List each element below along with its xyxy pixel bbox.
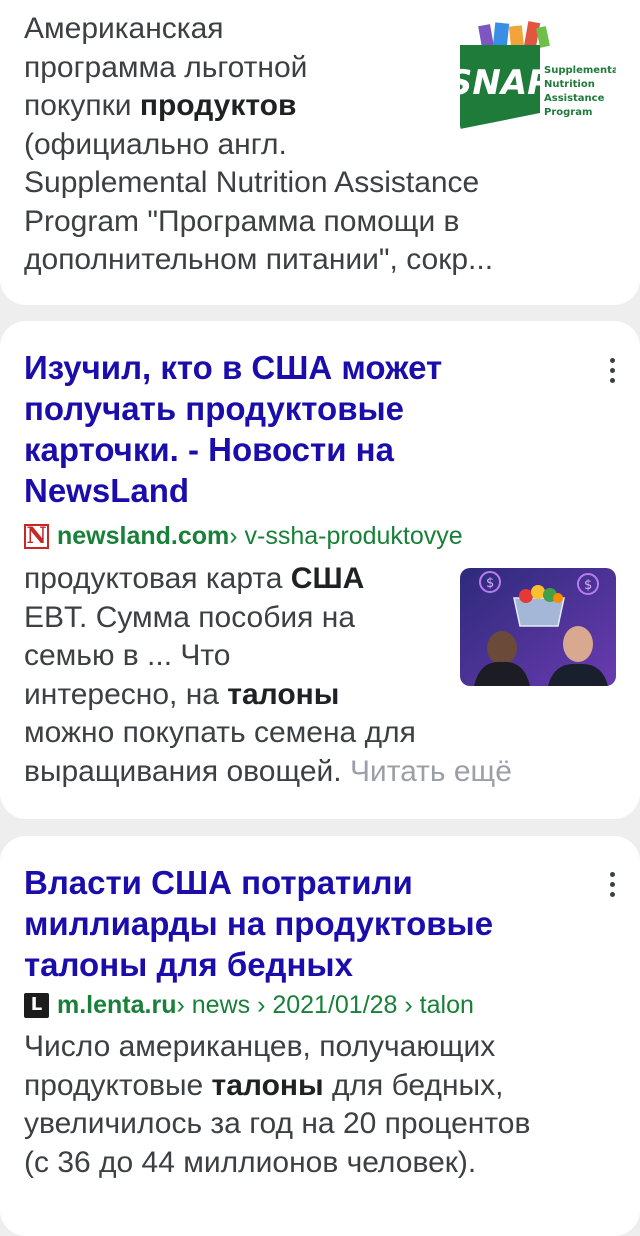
result-url-domain: newsland.com	[57, 521, 230, 550]
snippet-highlight: талоны	[227, 677, 340, 711]
result-title-line: талоны для бедных	[24, 946, 353, 983]
lenta-favicon-icon: L	[24, 992, 49, 1018]
snippet-text: Число американцев, получающих	[24, 1030, 496, 1063]
more-vert-icon	[609, 357, 615, 363]
news-thumbnail[interactable]: $ $	[460, 568, 616, 686]
snippet-line: продуктовая карта США	[24, 560, 512, 599]
svg-text:Supplemental: Supplemental	[544, 65, 616, 76]
snippet-line: программа льготной	[24, 49, 493, 88]
snippet-text: для бедных,	[323, 1068, 504, 1102]
read-more-link[interactable]: Читать ещё	[350, 755, 512, 788]
search-result-card-lenta[interactable]: Власти США потратили миллиарды на продук…	[0, 836, 640, 1236]
snippet-text: увеличилось за год на 20 процентов	[24, 1107, 531, 1140]
snippet-text: (официально англ.	[24, 127, 287, 161]
result-title-line: миллиарды на продуктовые	[24, 905, 494, 942]
snippet-line: дополнительном питании", сокр...	[24, 241, 493, 280]
svg-text:$: $	[486, 576, 494, 591]
snippet-line: семью в ... Что	[24, 637, 512, 676]
snippet-line: Число американцев, получающих	[24, 1028, 530, 1067]
snippet-highlight: США	[290, 562, 365, 595]
result-url-path: › v-ssha-produktovye	[229, 521, 463, 550]
snippet-line: Supplemental Nutrition Assistance	[24, 164, 493, 203]
svg-text:SNAP: SNAP	[460, 63, 552, 103]
newsland-favicon-icon: N	[24, 523, 49, 549]
result-url-domain: m.lenta.ru	[57, 990, 177, 1019]
news-thumbnail-image: $ $	[460, 568, 616, 686]
snippet-line: покупки продуктов	[24, 87, 493, 126]
snap-logo-thumbnail[interactable]: SNAP Supplemental Nutrition Assistance P…	[460, 17, 616, 135]
more-vert-icon	[609, 871, 615, 877]
result-url[interactable]: N newsland.com › v-ssha-produktovye	[24, 519, 463, 553]
result-title-line: карточки. - Новости на	[24, 431, 394, 468]
snippet-text: семью в ... Что	[24, 639, 231, 672]
result-title-line: Власти США потратили	[24, 864, 413, 901]
snippet-line: увеличилось за год на 20 процентов	[24, 1105, 530, 1144]
svg-text:Assistance: Assistance	[544, 93, 605, 104]
snippet-text: Supplemental Nutrition Assistance	[24, 166, 480, 199]
snippet-line: (официально англ.	[24, 126, 493, 165]
snippet-text: можно покупать семена для	[24, 716, 416, 749]
snippet-text: Американская	[24, 12, 224, 45]
result-snippet: Американская программа льготной покупки пр…	[24, 10, 493, 280]
snippet-text: EBT. Сумма пособия на	[24, 600, 356, 634]
snippet-line: выращивания овощей. Читать ещё	[24, 753, 512, 792]
result-title-line: получать продуктовые	[24, 390, 405, 427]
snippet-highlight: продуктов	[139, 89, 297, 122]
snippet-text: продуктовая карта	[24, 562, 291, 595]
search-result-card-snap[interactable]: Американская программа льготной покупки пр…	[0, 0, 640, 305]
snippet-line: (с 36 до 44 миллионов человек).	[24, 1144, 530, 1183]
snap-logo-image: SNAP Supplemental Nutrition Assistance P…	[460, 17, 616, 135]
snippet-text: Program "Программа помощи в	[24, 204, 460, 238]
result-title-link[interactable]: Изучил, кто в США может получать продукт…	[24, 347, 584, 511]
result-snippet: Число американцев, получающих продуктовые…	[24, 1028, 530, 1182]
more-options-button[interactable]	[600, 867, 624, 901]
search-result-card-newsland[interactable]: Изучил, кто в США может получать продукт…	[0, 321, 640, 819]
snippet-text: программа льготной	[24, 50, 308, 84]
snippet-text: дополнительном питании", сокр...	[24, 243, 494, 276]
result-title-link[interactable]: Власти США потратили миллиарды на продук…	[24, 862, 584, 985]
svg-text:$: $	[584, 578, 592, 593]
snippet-highlight: талоны	[211, 1068, 324, 1102]
snippet-line: продуктовые талоны для бедных,	[24, 1067, 530, 1106]
result-url[interactable]: L m.lenta.ru › news › 2021/01/28 › talon	[24, 988, 474, 1022]
snippet-line: Американская	[24, 10, 493, 49]
svg-text:Program: Program	[544, 107, 592, 118]
snippet-line: можно покупать семена для	[24, 714, 512, 753]
more-options-button[interactable]	[600, 353, 624, 387]
snippet-text: покупки	[24, 89, 140, 122]
snippet-line: EBT. Сумма пособия на	[24, 599, 512, 638]
snippet-text: (с 36 до 44 миллионов человек).	[24, 1145, 477, 1179]
snippet-text: продуктовые	[24, 1068, 212, 1102]
result-url-path: › news › 2021/01/28 › talon	[176, 990, 474, 1019]
result-snippet: продуктовая карта США EBT. Сумма пособия …	[24, 560, 512, 791]
snippet-line: Program "Программа помощи в	[24, 203, 493, 242]
snippet-line: интересно, на талоны	[24, 676, 512, 715]
svg-text:Nutrition: Nutrition	[544, 79, 595, 90]
result-title-line: Изучил, кто в США может	[24, 349, 443, 386]
snippet-text: интересно, на	[24, 677, 228, 711]
result-title-line: NewsLand	[24, 472, 190, 509]
snippet-text: выращивания овощей.	[24, 754, 350, 788]
